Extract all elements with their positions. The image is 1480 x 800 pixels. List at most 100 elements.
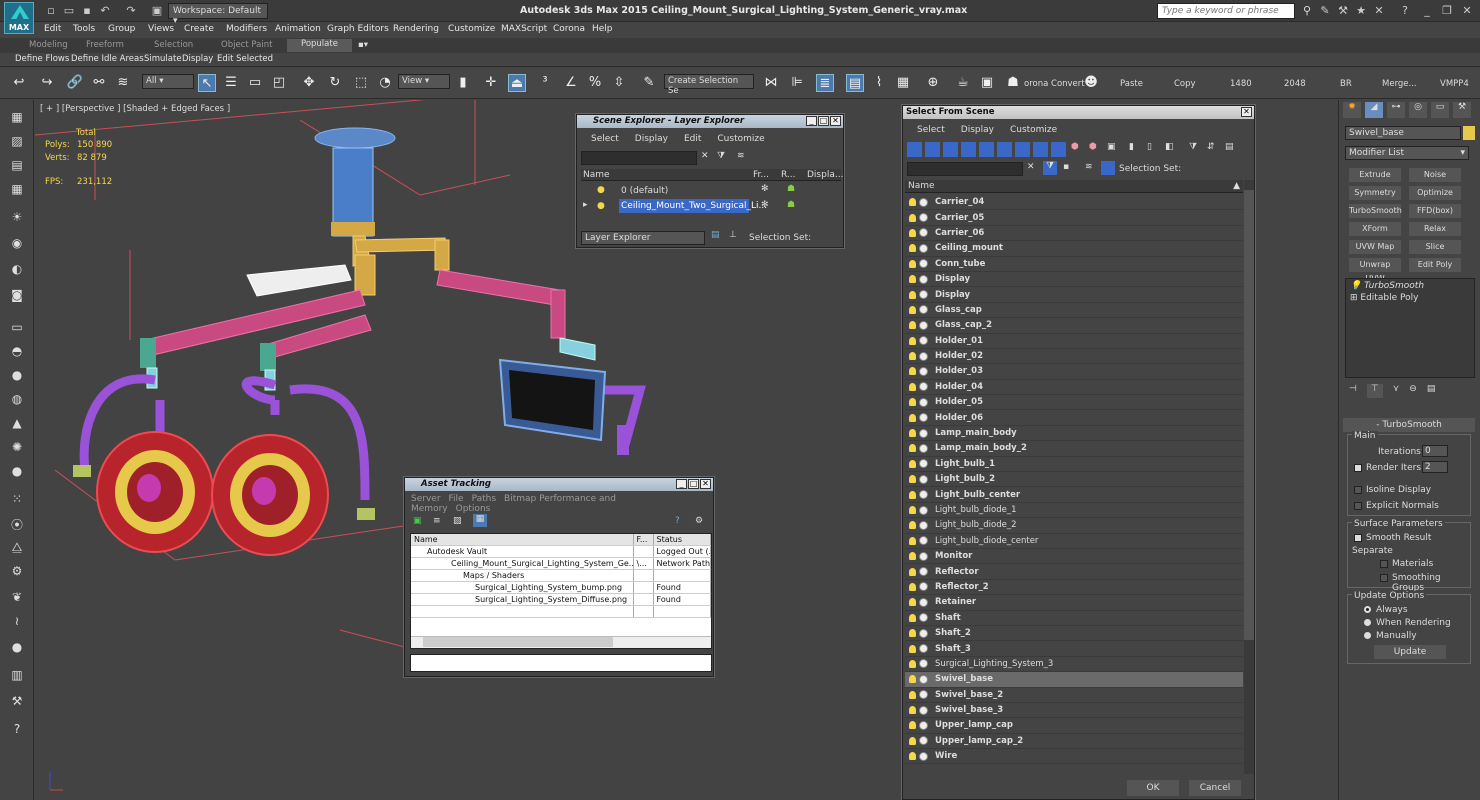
filter-funnel-icon[interactable]: ⧩ (1189, 142, 1197, 152)
col-name[interactable]: Name (583, 170, 610, 180)
reference-coord-dropdown[interactable]: View ▾ (398, 74, 450, 89)
modifier-list-dropdown[interactable]: Modifier List ▾ (1345, 146, 1469, 160)
list-item[interactable]: Wire (905, 749, 1243, 765)
menu-corona[interactable]: Corona (553, 24, 585, 34)
hierarchy-icon[interactable]: ⊥ (729, 230, 737, 240)
list-item[interactable]: Shaft_3 (905, 641, 1243, 657)
teapot-icon[interactable]: ● (8, 464, 26, 480)
freeze-icon[interactable]: ✻ (761, 184, 769, 194)
new-icon[interactable]: ▫ (44, 4, 58, 18)
highlight-icon[interactable]: ▪ (1063, 162, 1069, 172)
menu-tools[interactable]: Tools (73, 24, 95, 34)
mirror-icon[interactable]: ⋈ (762, 74, 780, 92)
always-radio[interactable] (1364, 605, 1375, 615)
when-rendering-radio[interactable] (1364, 618, 1375, 628)
menu-edit[interactable]: Edit (44, 24, 61, 34)
bulb-icon[interactable] (909, 259, 916, 268)
materials-checkbox[interactable] (1380, 559, 1392, 569)
bulb-icon[interactable] (909, 475, 916, 484)
sort-icon[interactable]: ⇵ (1207, 142, 1215, 152)
render-setup-icon[interactable]: ☕ (954, 74, 972, 92)
cone-icon[interactable]: ▲ (8, 416, 26, 432)
bone-filter-icon[interactable] (1051, 142, 1066, 157)
dots-icon[interactable]: ⁙ (8, 492, 26, 508)
light-icon[interactable]: ☀ (8, 210, 26, 226)
edit-named-sel-icon[interactable]: ✎ (640, 74, 658, 92)
bulb-icon[interactable] (909, 598, 916, 607)
corona-logo-icon[interactable]: ☻ (1082, 74, 1100, 92)
shape-filter-icon[interactable] (925, 142, 940, 157)
menu-customize[interactable]: Customize (717, 134, 764, 144)
create-tab-icon[interactable]: ✹ (1343, 102, 1361, 118)
name-column-header[interactable]: Name ▲ (905, 180, 1243, 193)
hair-icon[interactable]: ≀ (8, 614, 26, 630)
bulb-icon[interactable]: ● (597, 201, 605, 211)
spinner-snap-icon[interactable]: ⇳ (610, 74, 628, 92)
rect-selection-icon[interactable]: ▭ (246, 74, 264, 92)
clear-search-icon[interactable]: ✕ (701, 151, 709, 161)
list-item[interactable]: Light_bulb_center (905, 487, 1243, 503)
menu-graph-editors[interactable]: Graph Editors (327, 24, 389, 34)
table-row[interactable]: Autodesk Vault Logged Out (... (411, 545, 711, 558)
workspace-dropdown[interactable]: Workspace: Default ▾ (168, 3, 268, 26)
minimize-icon[interactable]: _ (806, 116, 817, 126)
photo-icon[interactable]: ▨ (8, 134, 26, 150)
list-item[interactable]: Holder_03 (905, 364, 1243, 380)
table-row[interactable]: Surgical_Lighting_System_bump.png Found (411, 581, 711, 594)
hierarchy-icon[interactable] (1101, 161, 1115, 175)
layers-icon[interactable]: ▥ (8, 668, 26, 684)
viewport-label[interactable]: [ + ] [Perspective ] [Shaded + Edged Fac… (40, 104, 230, 114)
percent-snap-icon[interactable]: % (586, 74, 604, 92)
turbosmooth-rollout-header[interactable]: - TurboSmooth (1343, 418, 1475, 432)
bulb-icon[interactable] (909, 382, 916, 391)
open-icon[interactable]: ▭ (62, 4, 76, 18)
binoculars-icon[interactable]: ⚲ (1300, 4, 1314, 18)
save-icon[interactable]: ▪ (80, 4, 94, 18)
list-item[interactable]: Light_bulb_1 (905, 457, 1243, 473)
list-item[interactable]: Swivel_base_3 (905, 703, 1243, 719)
toggle-ribbon-icon[interactable]: ▤ (846, 74, 864, 92)
move-icon[interactable]: ✥ (300, 74, 318, 92)
menu-select[interactable]: Select (917, 125, 945, 135)
menu-display[interactable]: Display (635, 134, 668, 144)
update-button[interactable]: Update (1374, 645, 1446, 659)
ok-button[interactable]: OK (1127, 780, 1179, 796)
table-row[interactable]: Ceiling_Mount_Surgical_Lighting_System_G… (411, 557, 711, 570)
bulb-icon[interactable] (909, 659, 916, 668)
redo-icon[interactable]: ↪ (38, 74, 56, 92)
list-item[interactable]: Carrier_05 (905, 210, 1243, 226)
angle-snap-icon[interactable]: ∠ (562, 74, 580, 92)
bulb-icon[interactable] (909, 444, 916, 453)
display-button[interactable]: Display (182, 54, 213, 64)
paste-button[interactable]: Paste (1120, 79, 1143, 89)
bulb-icon[interactable] (909, 536, 916, 545)
minimize-icon[interactable]: _ (1420, 4, 1434, 18)
remove-modifier-icon[interactable]: ⊖ (1409, 384, 1417, 398)
select-by-name-icon[interactable]: ☰ (222, 74, 240, 92)
corona-convert-button[interactable]: orona Convert (1024, 79, 1085, 89)
subscription-icon[interactable]: ✎ (1318, 4, 1332, 18)
list-item[interactable]: Carrier_04 (905, 195, 1243, 211)
tab-populate[interactable]: Populate (287, 39, 352, 52)
vertical-scrollbar[interactable] (1244, 180, 1254, 774)
list-item[interactable]: Shaft (905, 611, 1243, 626)
menu-maxscript[interactable]: MAXScript (501, 24, 547, 34)
cancel-button[interactable]: Cancel (1189, 780, 1241, 796)
project-icon[interactable]: ▣ (150, 4, 164, 18)
copy-button[interactable]: Copy (1174, 79, 1196, 89)
frozen-filter-icon[interactable]: ⬢ (1089, 142, 1097, 152)
isoline-checkbox[interactable] (1354, 485, 1366, 495)
vmpp-button[interactable]: VMPP4 (1440, 79, 1469, 89)
scene-search-input[interactable] (907, 162, 1023, 176)
menu-options[interactable]: Options (456, 504, 491, 514)
modifier-button[interactable]: XForm (1349, 222, 1401, 236)
favorites-icon[interactable]: ★ (1354, 4, 1368, 18)
freeze-icon[interactable]: ✻ (761, 200, 769, 210)
dome-icon[interactable]: ◓ (8, 344, 26, 360)
list-item[interactable]: Holder_04 (905, 380, 1243, 396)
list-item[interactable]: Swivel_base_2 (905, 688, 1243, 703)
list-item[interactable]: Shaft_2 (905, 626, 1243, 642)
bulb-icon[interactable] (909, 413, 916, 422)
render-iters-spinner[interactable]: 2 (1422, 461, 1448, 473)
schematic-view-icon[interactable]: ▦ (894, 74, 912, 92)
